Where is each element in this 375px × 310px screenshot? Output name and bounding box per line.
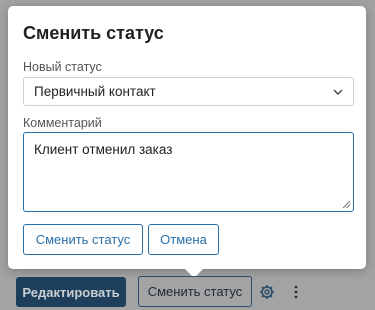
popover-title: Сменить статус xyxy=(23,23,164,43)
status-label: Новый статус xyxy=(23,60,102,74)
comment-label: Комментарий xyxy=(23,116,102,130)
change-status-popover: Сменить статус Новый статус Первичный ко… xyxy=(8,6,366,269)
change-status-button[interactable]: Сменить статус xyxy=(138,276,252,307)
status-select-value: Первичный контакт xyxy=(34,84,156,99)
chevron-down-icon xyxy=(333,89,343,95)
status-select[interactable]: Первичный контакт xyxy=(23,77,354,106)
gear-icon[interactable] xyxy=(259,284,275,300)
comment-textarea[interactable]: Клиент отменил заказ xyxy=(23,132,354,212)
submit-status-button[interactable]: Сменить статус xyxy=(23,224,143,255)
edit-button[interactable]: Редактировать xyxy=(16,277,126,307)
cancel-button[interactable]: Отмена xyxy=(148,224,219,255)
comment-text: Клиент отменил заказ xyxy=(34,142,173,157)
kebab-menu-icon[interactable] xyxy=(292,285,300,299)
resize-grip-icon[interactable] xyxy=(342,200,351,209)
